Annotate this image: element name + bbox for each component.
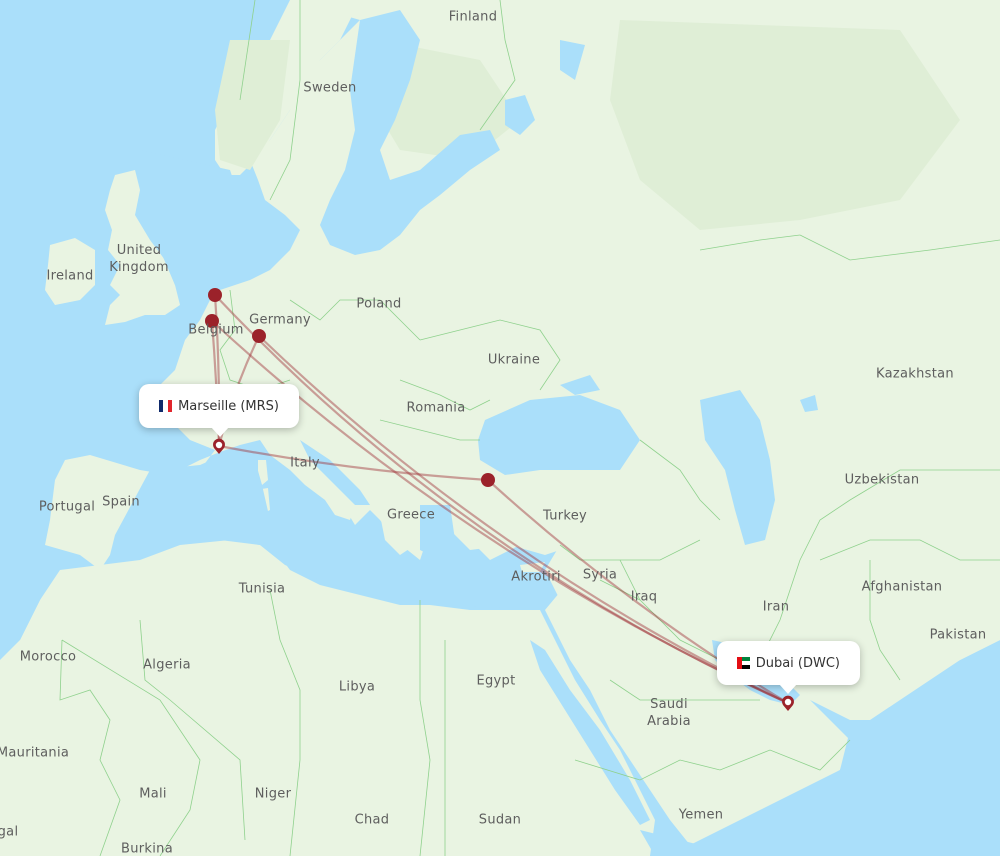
label-italy: Italy <box>290 455 320 471</box>
stopover-marker-frankfurt[interactable] <box>252 329 266 343</box>
label-portugal: Portugal <box>38 499 96 515</box>
label-mali: Mali <box>139 786 167 802</box>
france-flag-icon <box>159 400 173 412</box>
stopover-marker-amsterdam[interactable] <box>208 288 222 302</box>
label-syria: Syria <box>582 567 618 583</box>
destination-popup[interactable]: Dubai (DWC) <box>717 641 860 694</box>
label-afghanistan: Afghanistan <box>861 579 943 595</box>
label-libya: Libya <box>338 679 376 695</box>
label-senegal-partial: gal <box>0 824 19 840</box>
label-belgium: Belgium <box>188 322 244 338</box>
label-tunisia: Tunisia <box>238 581 286 597</box>
label-saudi-arabia: Saudi Arabia <box>647 697 691 729</box>
label-ukraine: Ukraine <box>487 352 541 368</box>
route-map[interactable]: Finland Sweden United Kingdom Ireland Po… <box>0 0 1000 856</box>
label-egypt: Egypt <box>476 673 516 689</box>
label-ireland: Ireland <box>46 268 94 284</box>
label-sudan: Sudan <box>478 812 522 828</box>
label-uzbekistan: Uzbekistan <box>844 472 920 488</box>
label-germany: Germany <box>249 312 311 328</box>
origin-label: Marseille (MRS) <box>178 398 279 414</box>
label-turkey: Turkey <box>542 508 588 524</box>
label-poland: Poland <box>356 296 402 312</box>
label-morocco: Morocco <box>19 649 77 665</box>
label-chad: Chad <box>354 812 390 828</box>
uae-flag-icon <box>737 657 750 669</box>
origin-popup[interactable]: Marseille (MRS) <box>139 384 299 437</box>
label-mauritania: Mauritania <box>0 745 70 761</box>
label-spain: Spain <box>102 494 140 510</box>
label-iraq: Iraq <box>630 589 658 605</box>
label-kazakhstan: Kazakhstan <box>876 366 954 382</box>
label-niger: Niger <box>254 786 292 802</box>
label-sweden: Sweden <box>303 80 357 96</box>
label-algeria: Algeria <box>143 657 191 673</box>
label-greece: Greece <box>386 507 436 523</box>
label-romania: Romania <box>406 400 466 416</box>
label-finland: Finland <box>448 9 498 25</box>
label-burkina: Burkina <box>121 841 173 856</box>
destination-label: Dubai (DWC) <box>755 655 840 671</box>
stopover-marker-istanbul[interactable] <box>481 473 495 487</box>
map-canvas[interactable] <box>0 0 1000 856</box>
label-akrotiri: Akrotiri <box>511 569 561 585</box>
label-iran: Iran <box>762 599 790 615</box>
label-united-kingdom: United Kingdom <box>109 243 169 275</box>
label-yemen: Yemen <box>678 807 724 823</box>
label-pakistan: Pakistan <box>929 627 987 643</box>
